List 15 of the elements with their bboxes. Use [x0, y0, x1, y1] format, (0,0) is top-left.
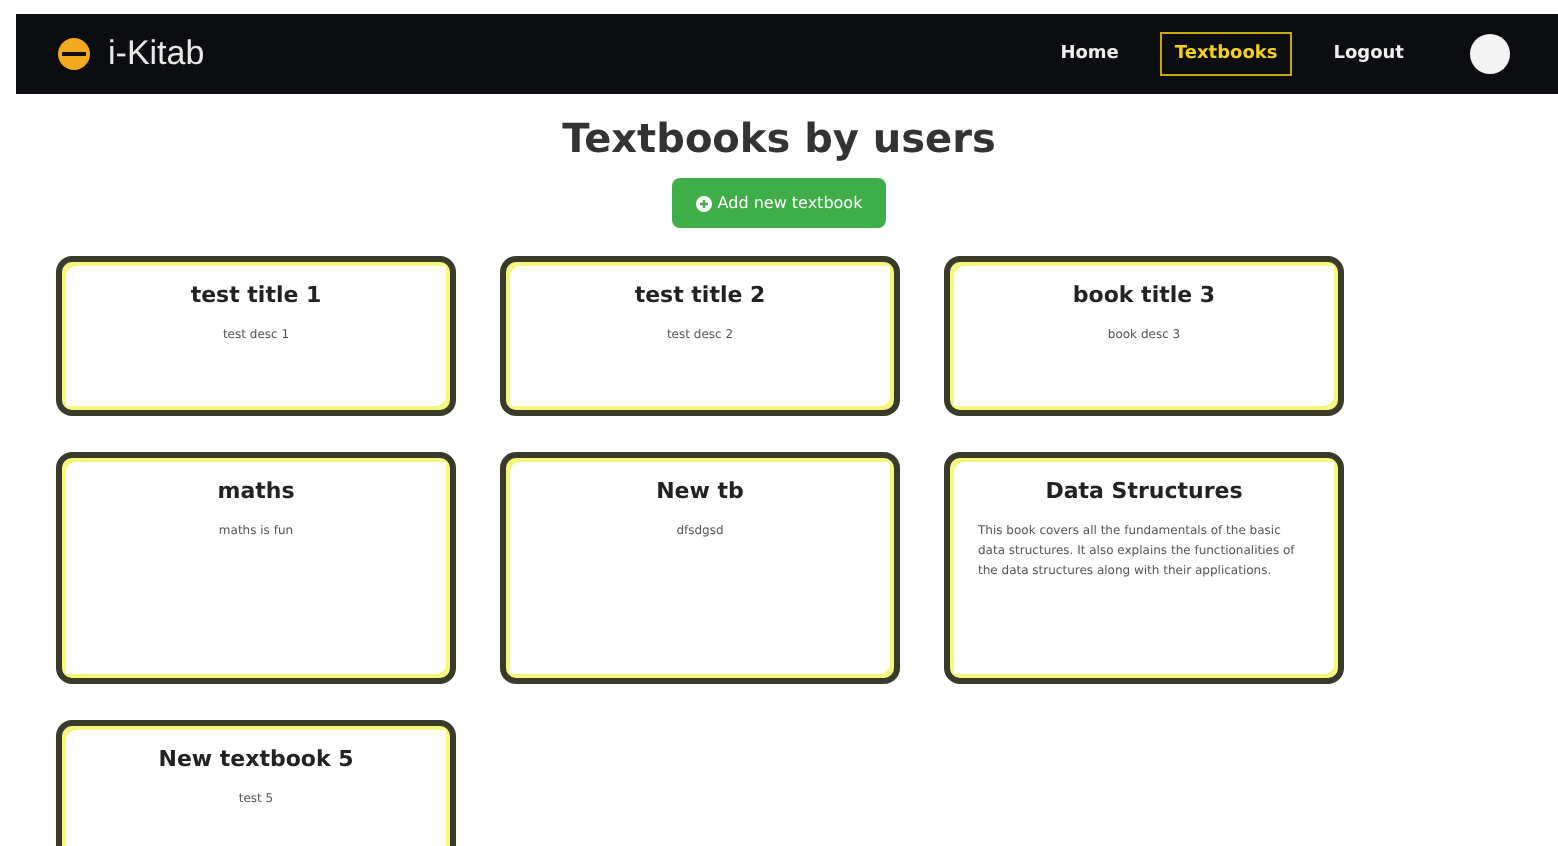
nav-link[interactable]: Home — [1046, 32, 1133, 76]
brand-name[interactable]: i-Kitab — [108, 34, 205, 74]
logo-icon — [56, 36, 92, 72]
avatar-icon[interactable] — [1470, 34, 1510, 74]
textbook-title: maths — [217, 478, 295, 504]
textbook-title: test title 2 — [634, 282, 766, 308]
textbook-title: book title 3 — [1072, 282, 1216, 308]
nav-link[interactable]: Textbooks — [1160, 32, 1292, 76]
textbook-title: New tb — [656, 478, 744, 504]
textbook-title: New textbook 5 — [158, 746, 354, 772]
page-title: Textbooks by users — [562, 114, 996, 162]
plus-icon — [695, 195, 712, 211]
textbook-title: Data Structures — [1045, 478, 1243, 504]
nav-link[interactable]: Logout — [1319, 32, 1418, 76]
textbook-title: test title 1 — [190, 282, 322, 308]
